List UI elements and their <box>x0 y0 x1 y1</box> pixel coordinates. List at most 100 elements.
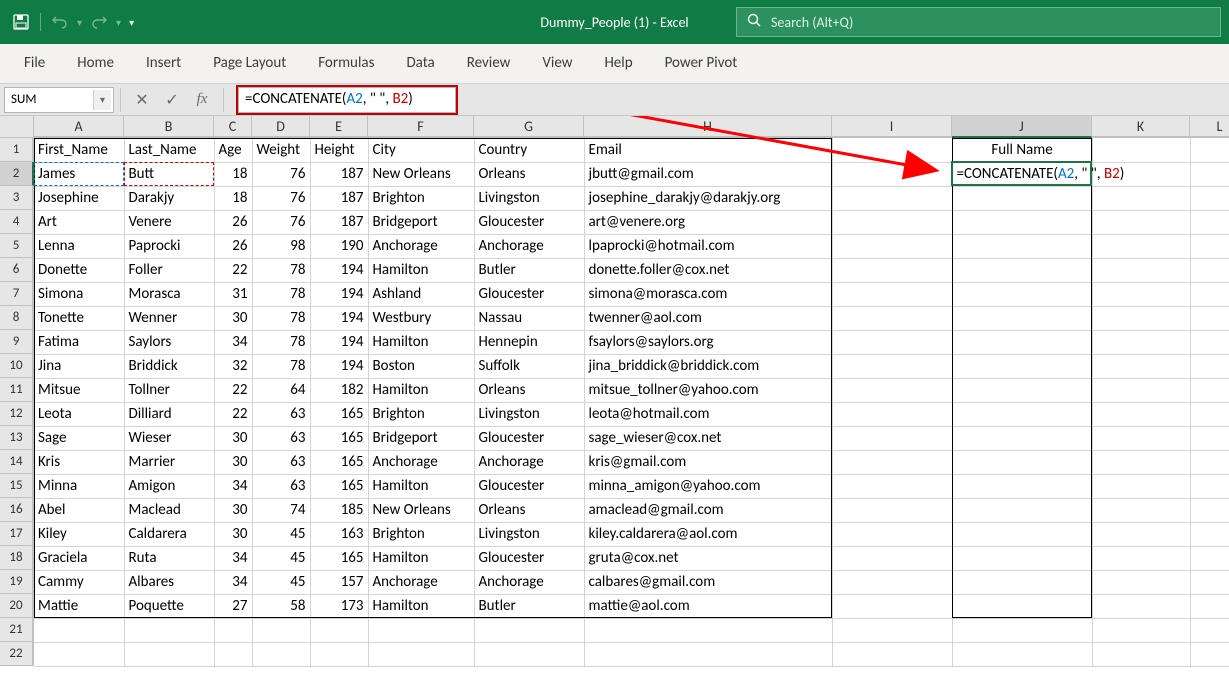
cell[interactable] <box>832 210 952 234</box>
qat-customize-icon[interactable]: ▾ <box>129 16 134 29</box>
cell[interactable] <box>952 546 1092 570</box>
row-header-14[interactable]: 14 <box>0 450 34 474</box>
cell[interactable]: Graciela <box>34 546 124 570</box>
cell[interactable]: Hamilton <box>368 474 474 498</box>
cell[interactable]: Gloucester <box>474 210 584 234</box>
insert-function-button[interactable]: fx <box>187 85 217 115</box>
cell[interactable] <box>1092 282 1190 306</box>
column-header-e[interactable]: E <box>310 116 368 138</box>
cell[interactable]: jina_briddick@briddick.com <box>584 354 832 378</box>
cell[interactable]: Last_Name <box>124 138 214 162</box>
row-header-6[interactable]: 6 <box>0 258 34 282</box>
cell[interactable]: James <box>34 162 124 186</box>
cell[interactable] <box>952 330 1092 354</box>
cell[interactable]: Art <box>34 210 124 234</box>
spreadsheet-area[interactable]: ABCDEFGHIJKL 123456789101112131415161718… <box>0 116 1229 693</box>
cell[interactable] <box>952 210 1092 234</box>
cell[interactable]: 194 <box>310 306 368 330</box>
cell[interactable] <box>368 618 474 642</box>
cell[interactable]: 163 <box>310 522 368 546</box>
select-all-corner[interactable] <box>0 116 34 138</box>
cell[interactable] <box>1092 546 1190 570</box>
cell[interactable]: Marrier <box>124 450 214 474</box>
row-header-1[interactable]: 1 <box>0 138 34 162</box>
cell[interactable]: 76 <box>252 186 310 210</box>
cell[interactable]: 30 <box>214 426 252 450</box>
row-header-11[interactable]: 11 <box>0 378 34 402</box>
row-header-20[interactable]: 20 <box>0 594 34 618</box>
cell[interactable]: 185 <box>310 498 368 522</box>
column-header-d[interactable]: D <box>252 116 310 138</box>
cell[interactable]: 63 <box>252 450 310 474</box>
cell[interactable] <box>1190 498 1229 522</box>
column-header-i[interactable]: I <box>832 116 952 138</box>
cell[interactable] <box>310 642 368 666</box>
cell[interactable]: Sage <box>34 426 124 450</box>
cell[interactable]: amaclead@gmail.com <box>584 498 832 522</box>
cell[interactable] <box>832 618 952 642</box>
cell[interactable]: 194 <box>310 354 368 378</box>
cell[interactable]: Livingston <box>474 186 584 210</box>
cell[interactable] <box>832 186 952 210</box>
column-header-l[interactable]: L <box>1190 116 1229 138</box>
cell[interactable]: Anchorage <box>368 234 474 258</box>
row-header-17[interactable]: 17 <box>0 522 34 546</box>
cell[interactable] <box>1190 618 1229 642</box>
cell[interactable]: mitsue_tollner@yahoo.com <box>584 378 832 402</box>
row-header-22[interactable]: 22 <box>0 642 34 666</box>
cell[interactable]: 63 <box>252 402 310 426</box>
row-header-15[interactable]: 15 <box>0 474 34 498</box>
cell[interactable]: First_Name <box>34 138 124 162</box>
cell[interactable] <box>832 258 952 282</box>
cell[interactable]: Kris <box>34 450 124 474</box>
cell[interactable]: 30 <box>214 306 252 330</box>
cell[interactable] <box>952 258 1092 282</box>
cell[interactable]: Gloucester <box>474 426 584 450</box>
cell[interactable] <box>952 570 1092 594</box>
cell[interactable]: 58 <box>252 594 310 618</box>
cell[interactable] <box>952 354 1092 378</box>
cell[interactable]: 157 <box>310 570 368 594</box>
cell[interactable]: 31 <box>214 282 252 306</box>
tab-help[interactable]: Help <box>588 45 648 83</box>
cell[interactable]: Gloucester <box>474 474 584 498</box>
undo-dropdown-icon[interactable]: ▾ <box>77 16 82 29</box>
cell[interactable] <box>1092 330 1190 354</box>
cell[interactable]: Caldarera <box>124 522 214 546</box>
cell[interactable]: Weight <box>252 138 310 162</box>
cell[interactable]: Anchorage <box>368 570 474 594</box>
cell[interactable]: 64 <box>252 378 310 402</box>
cell[interactable]: Westbury <box>368 306 474 330</box>
cell[interactable] <box>214 642 252 666</box>
cell[interactable]: leota@hotmail.com <box>584 402 832 426</box>
cell[interactable]: 22 <box>214 378 252 402</box>
cell[interactable] <box>1092 186 1190 210</box>
cell[interactable] <box>584 642 832 666</box>
column-header-c[interactable]: C <box>214 116 252 138</box>
cell[interactable]: twenner@aol.com <box>584 306 832 330</box>
cell[interactable] <box>310 618 368 642</box>
cell[interactable] <box>1190 570 1229 594</box>
cell[interactable] <box>1092 210 1190 234</box>
row-header-19[interactable]: 19 <box>0 570 34 594</box>
cell[interactable] <box>952 234 1092 258</box>
column-header-b[interactable]: B <box>124 116 214 138</box>
tab-page-layout[interactable]: Page Layout <box>197 45 302 83</box>
cell[interactable]: 187 <box>310 162 368 186</box>
cell-grid[interactable]: First_NameLast_NameAgeWeightHeightCityCo… <box>34 138 1229 667</box>
cell[interactable]: calbares@gmail.com <box>584 570 832 594</box>
tab-power-pivot[interactable]: Power Pivot <box>649 45 754 83</box>
cell[interactable] <box>1190 330 1229 354</box>
cell[interactable] <box>832 546 952 570</box>
cell[interactable]: Briddick <box>124 354 214 378</box>
cell[interactable]: Anchorage <box>474 234 584 258</box>
cell[interactable] <box>832 522 952 546</box>
cell[interactable] <box>1190 282 1229 306</box>
cell[interactable]: 45 <box>252 570 310 594</box>
column-header-h[interactable]: H <box>584 116 832 138</box>
cell[interactable] <box>1190 426 1229 450</box>
cell[interactable]: 22 <box>214 258 252 282</box>
cell[interactable] <box>952 522 1092 546</box>
cell[interactable]: Butler <box>474 258 584 282</box>
cell[interactable] <box>252 618 310 642</box>
